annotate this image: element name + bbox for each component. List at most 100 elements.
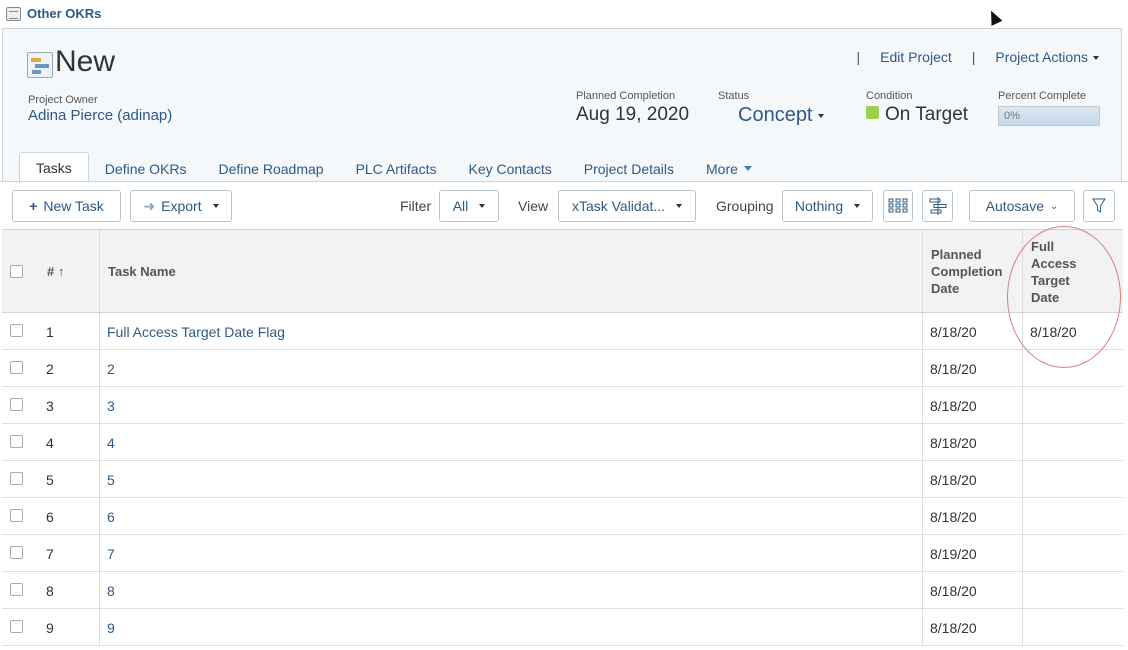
progress-bar: 0% [998,106,1100,126]
row-checkbox[interactable] [10,472,23,485]
row-checkbox[interactable] [10,509,23,522]
project-actions-label: Project Actions [995,49,1088,65]
task-name-link[interactable]: 8 [107,583,115,599]
row-checkbox[interactable] [10,620,23,633]
tab-tasks[interactable]: Tasks [19,152,89,183]
tab-plc-artifacts[interactable]: PLC Artifacts [340,154,453,183]
new-task-button[interactable]: + New Task [12,190,121,222]
project-actions-menu[interactable]: Project Actions [995,49,1099,65]
filter-value: All [452,198,469,214]
select-all-checkbox[interactable] [10,265,23,278]
header-line: Access [1031,256,1077,271]
filter-funnel-button[interactable] [1083,190,1115,222]
filter-dropdown[interactable]: All [439,190,499,222]
table-row[interactable]: 3 3 8/18/20 [2,387,1123,424]
status: Status Concept [718,90,824,127]
column-header-task-name[interactable]: Task Name [108,264,176,279]
owner-link[interactable]: Adina Pierce (adinap) [28,107,172,124]
row-checkbox[interactable] [10,435,23,448]
gantt-view-button[interactable] [922,190,953,222]
planned-completion-value: Aug 19, 2020 [576,104,690,125]
export-button[interactable]: ➜ Export [130,190,232,222]
tab-more[interactable]: More [690,154,768,183]
chevron-down-icon [479,204,486,208]
task-name-link[interactable]: 4 [107,435,115,451]
condition: Condition On Target [866,90,968,126]
plus-icon: + [29,198,38,214]
row-number: 2 [46,361,54,377]
table-row[interactable]: 5 5 8/18/20 [2,461,1123,498]
header-line: Completion [931,264,1003,279]
tab-project-details[interactable]: Project Details [568,154,690,183]
header-line: Date [931,281,960,296]
table-row[interactable]: 7 7 8/19/20 [2,535,1123,572]
tab-define-roadmap[interactable]: Define Roadmap [203,154,340,183]
autosave-dropdown[interactable]: Autosave ⌄ [969,190,1075,222]
header-line: Target [1031,273,1070,288]
tab-more-label: More [706,161,738,177]
row-checkbox[interactable] [10,398,23,411]
table-body: 1 Full Access Target Date Flag 8/18/20 8/18… [2,313,1123,646]
row-number: 9 [46,620,54,636]
table-row[interactable]: 8 8 8/18/20 [2,572,1123,609]
percent-complete: Percent Complete 0% [998,90,1100,126]
project-header: New Project Owner Adina Pierce (adinap) … [2,28,1122,183]
task-name-link[interactable]: 6 [107,509,115,525]
column-header-full-access-target-date[interactable]: Full Access Target Date [1031,238,1077,306]
planned-completion-date: 8/18/20 [930,435,977,451]
chevron-down-icon [1093,56,1099,61]
grid-view-button[interactable] [883,190,913,222]
view-value: xTask Validat... [571,198,666,214]
grid-view-icon [888,198,908,213]
view-dropdown[interactable]: xTask Validat... [558,190,696,222]
export-label: Export [161,198,202,214]
row-number: 7 [46,546,54,562]
column-header-planned-completion[interactable]: Planned Completion Date [931,246,1003,297]
grouping-dropdown[interactable]: Nothing [782,190,873,222]
table-row[interactable]: 2 2 8/18/20 [2,350,1123,387]
task-name-link[interactable]: 3 [107,398,115,414]
task-table: # ↑ Task Name Planned Completion Date Fu… [2,229,1123,646]
tab-define-okrs[interactable]: Define OKRs [89,154,203,183]
header-line: Full [1031,239,1055,254]
row-number: 3 [46,398,54,414]
grouping-label: Grouping [716,198,774,214]
chevron-down-icon: ⌄ [1049,200,1059,212]
table-row[interactable]: 1 Full Access Target Date Flag 8/18/20 8/18… [2,313,1123,350]
row-number: 6 [46,509,54,525]
table-row[interactable]: 6 6 8/18/20 [2,498,1123,535]
status-dropdown[interactable]: Concept [738,104,824,127]
folder-icon [6,6,21,21]
condition-label: Condition [866,90,913,102]
task-name-link[interactable]: 9 [107,620,115,636]
autosave-label: Autosave [985,198,1044,214]
edit-project-link[interactable]: Edit Project [880,49,952,65]
planned-completion-date: 8/18/20 [930,620,977,636]
column-header-number[interactable]: # ↑ [47,264,64,279]
planned-completion-date: 8/18/20 [930,398,977,414]
row-checkbox[interactable] [10,361,23,374]
planned-completion-date: 8/18/20 [930,583,977,599]
planned-completion-date: 8/18/20 [930,361,977,377]
row-checkbox[interactable] [10,324,23,337]
breadcrumb[interactable]: Other OKRs [6,6,101,21]
tab-key-contacts[interactable]: Key Contacts [452,154,567,183]
breadcrumb-label[interactable]: Other OKRs [27,6,101,21]
table-row[interactable]: 4 4 8/18/20 [2,424,1123,461]
task-name-link[interactable]: 5 [107,472,115,488]
separator: | [856,49,861,65]
planned-completion-date: 8/18/20 [930,509,977,525]
new-task-label: New Task [43,198,104,214]
task-name-link[interactable]: 2 [107,361,115,377]
header-line: Planned [931,247,982,262]
condition-value: On Target [885,104,969,125]
row-checkbox[interactable] [10,546,23,559]
column-header-number-label: # [47,264,55,279]
table-row[interactable]: 9 9 8/18/20 [2,609,1123,646]
task-name-link[interactable]: Full Access Target Date Flag [107,324,285,340]
planned-completion-date: 8/18/20 [930,324,977,340]
row-number: 5 [46,472,54,488]
task-name-link[interactable]: 7 [107,546,115,562]
row-checkbox[interactable] [10,583,23,596]
planned-completion-date: 8/18/20 [930,472,977,488]
